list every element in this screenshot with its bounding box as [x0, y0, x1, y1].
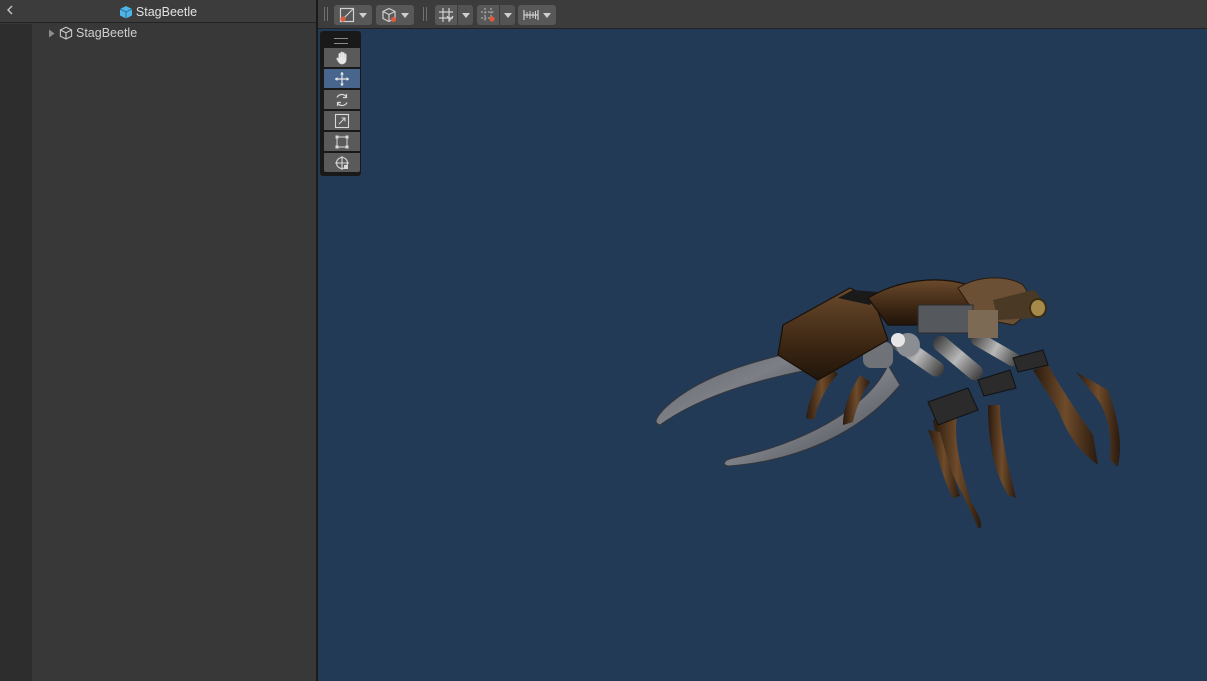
foldout-arrow-icon[interactable] [44, 29, 58, 38]
chevron-down-icon [503, 12, 512, 18]
snap-grid-icon [481, 8, 495, 22]
scene-toolbar [318, 0, 1207, 29]
chevron-down-icon [401, 12, 409, 18]
toolbar-grip[interactable] [324, 7, 325, 21]
chevron-down-icon [461, 12, 470, 18]
scale-icon [334, 113, 350, 128]
ruler-dropdown[interactable] [518, 5, 556, 25]
shading-dropdown[interactable] [376, 5, 414, 25]
grid-snap-toggle[interactable] [435, 5, 457, 25]
transform-tool-button[interactable] [324, 153, 360, 172]
hierarchy-gutter [0, 24, 32, 681]
scale-tool-button[interactable] [324, 111, 360, 130]
chevron-down-icon [359, 12, 367, 18]
toolbar-grip[interactable] [426, 7, 427, 21]
prefab-title: StagBeetle [0, 0, 316, 23]
scene-view[interactable] [318, 0, 1207, 681]
rect-transform-icon [335, 135, 349, 148]
prefab-cube-icon [119, 5, 133, 18]
move-tool-button[interactable] [324, 69, 360, 88]
hierarchy-header: StagBeetle [0, 0, 316, 23]
rect-tool-button[interactable] [324, 132, 360, 151]
hierarchy-item[interactable]: StagBeetle [44, 24, 316, 42]
toolbar-grip[interactable] [423, 7, 424, 21]
draw-mode-icon [339, 7, 355, 23]
move-icon [335, 71, 349, 86]
rotate-icon [336, 93, 348, 106]
chevron-down-icon [543, 12, 551, 18]
cube-icon [382, 7, 396, 23]
tools-overlay [320, 31, 361, 176]
stag-beetle-model[interactable] [638, 270, 1138, 540]
rotate-tool-button[interactable] [324, 90, 360, 109]
draw-mode-dropdown[interactable] [334, 5, 372, 25]
overlay-drag-handle[interactable] [334, 38, 348, 44]
hand-tool-button[interactable] [324, 48, 360, 67]
grid-icon [439, 8, 454, 22]
transform-icon [335, 155, 349, 170]
toolbar-grip[interactable] [327, 7, 328, 21]
grid-snap-dropdown[interactable] [458, 5, 473, 25]
increment-snap-toggle[interactable] [477, 5, 499, 25]
hand-icon [335, 51, 347, 65]
ruler-icon [523, 10, 539, 20]
prefab-title-label: StagBeetle [135, 4, 198, 19]
increment-snap-dropdown[interactable] [500, 5, 515, 25]
hierarchy-item-label: StagBeetle [76, 26, 138, 40]
gameobject-cube-icon [59, 26, 73, 40]
hierarchy-panel: StagBeetle StagBeetle [0, 0, 316, 681]
